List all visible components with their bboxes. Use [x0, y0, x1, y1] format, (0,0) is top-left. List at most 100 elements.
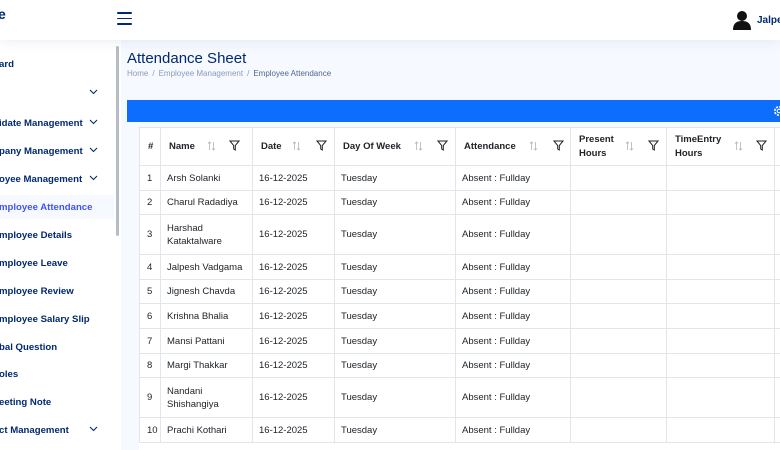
column-header-attendance[interactable]: Attendance: [455, 127, 571, 166]
sidebar-item-employee-management[interactable]: oyee Management: [0, 167, 114, 191]
cell-day: Tuesday: [334, 417, 456, 443]
cell-name: Margi Thakkar: [160, 353, 253, 378]
cell-timeentry-hours: [666, 417, 775, 443]
cell-attendance: Absent : Fullday: [455, 353, 571, 378]
sidebar-item-candidate-management[interactable]: idate Management: [0, 111, 114, 135]
breadcrumb-employee-management[interactable]: Employee Management: [159, 69, 244, 78]
cell-timeentry-hours: [666, 214, 775, 255]
sort-arrows-icon[interactable]: [207, 141, 216, 154]
app-logo-text[interactable]: e: [0, 6, 6, 22]
table-toolbar: [127, 100, 780, 122]
attendance-table-card: # Name Date Day Of Week Attendance Prese…: [139, 127, 780, 450]
cell-name: Nandani Shishangiya: [160, 377, 253, 418]
filter-funnel-icon[interactable]: [552, 140, 565, 154]
table-row[interactable]: 5 Jignesh Chavda 16-12-2025 Tuesday Abse…: [139, 279, 780, 304]
sidebar-item-meeting-note[interactable]: eeting Note: [0, 390, 114, 414]
sidebar-item-label: mployee Salary Slip: [0, 313, 90, 325]
table-row[interactable]: 9 Nandani Shishangiya 16-12-2025 Tuesday…: [139, 377, 780, 418]
sort-arrows-icon[interactable]: [414, 141, 423, 154]
cell-day: Tuesday: [334, 279, 456, 304]
user-name: Jalpes: [757, 14, 780, 26]
cell-attendance: Absent : Fullday: [455, 214, 571, 255]
top-header: e Jalpes: [0, 0, 780, 40]
sidebar-item-label: bal Question: [0, 341, 58, 353]
filter-funnel-icon[interactable]: [755, 140, 768, 154]
user-avatar-icon: [733, 11, 751, 30]
user-profile-menu[interactable]: Jalpes: [732, 9, 780, 31]
sidebar-item-dashboard[interactable]: ard: [0, 52, 114, 76]
column-header-day-of-week[interactable]: Day Of Week: [334, 127, 456, 166]
hamburger-icon[interactable]: [117, 12, 132, 25]
cell-day: Tuesday: [334, 214, 456, 255]
breadcrumb-current: Employee Attendance: [253, 69, 332, 78]
table-row[interactable]: 7 Mansi Pattani 16-12-2025 Tuesday Absen…: [139, 328, 780, 354]
gear-icon[interactable]: [772, 104, 780, 118]
sidebar-item-collapsed-group[interactable]: [0, 81, 114, 105]
cell-number: 10: [139, 417, 161, 443]
column-header-date[interactable]: Date: [252, 127, 335, 166]
table-row[interactable]: 6 Krishna Bhalia 16-12-2025 Tuesday Abse…: [139, 303, 780, 329]
cell-day: Tuesday: [334, 254, 456, 280]
sort-arrows-icon[interactable]: [625, 141, 634, 154]
cell-present-hours: [570, 377, 667, 418]
cell-attendance: Absent : Fullday: [455, 417, 571, 443]
cell-timeentry-hours: [666, 353, 775, 378]
filter-funnel-icon[interactable]: [647, 140, 660, 154]
breadcrumb-home[interactable]: Home: [127, 69, 148, 78]
breadcrumb-separator: /: [247, 69, 250, 78]
table-row[interactable]: 3 Harshad Kataktalware 16-12-2025 Tuesda…: [139, 214, 780, 255]
sort-arrows-icon[interactable]: [734, 141, 743, 154]
sidebar-scrollbar[interactable]: [116, 46, 119, 236]
table-row[interactable]: 8 Margi Thakkar 16-12-2025 Tuesday Absen…: [139, 353, 780, 378]
cell-day: Tuesday: [334, 353, 456, 378]
sidebar-item-roles[interactable]: oles: [0, 362, 114, 386]
column-header-present-hours[interactable]: Present Hours: [570, 127, 667, 166]
sidebar-item-label: mployee Review: [0, 285, 74, 297]
filter-funnel-icon[interactable]: [436, 140, 449, 154]
cell-number: 2: [139, 190, 161, 215]
sidebar-item-label: ard: [0, 58, 14, 70]
column-header-timeentry-hours[interactable]: TimeEntry Hours: [666, 127, 775, 166]
cell-name: Krishna Bhalia: [160, 303, 253, 329]
cell-date: 16-12-2025: [252, 165, 335, 191]
sidebar-item-label: eeting Note: [0, 396, 52, 408]
cell-overflow: [774, 190, 780, 215]
cell-date: 16-12-2025: [252, 254, 335, 280]
cell-day: Tuesday: [334, 303, 456, 329]
breadcrumb: Home / Employee Management / Employee Attend…: [127, 69, 331, 78]
sort-arrows-icon[interactable]: [292, 141, 301, 154]
page-title: Attendance Sheet: [127, 50, 247, 67]
sidebar-item-label: mployee Leave: [0, 257, 68, 269]
table-row[interactable]: 10 Prachi Kothari 16-12-2025 Tuesday Abs…: [139, 417, 780, 443]
sidebar: ard idate Management pany Management oye…: [0, 40, 121, 450]
column-header-name[interactable]: Name: [160, 127, 253, 166]
table-row[interactable]: 1 Arsh Solanki 16-12-2025 Tuesday Absent…: [139, 165, 780, 191]
sidebar-item-employee-salary-slip[interactable]: mployee Salary Slip: [0, 307, 114, 331]
sidebar-item-global-question[interactable]: bal Question: [0, 335, 114, 359]
cell-attendance: Absent : Fullday: [455, 165, 571, 191]
sidebar-item-project-management[interactable]: ct Management: [0, 418, 114, 442]
cell-attendance: Absent : Fullday: [455, 190, 571, 215]
cell-timeentry-hours: [666, 303, 775, 329]
cell-number: 7: [139, 328, 161, 354]
sidebar-item-employee-attendance[interactable]: mployee Attendance: [0, 195, 114, 219]
cell-timeentry-hours: [666, 165, 775, 191]
table-row[interactable]: 4 Jalpesh Vadgama 16-12-2025 Tuesday Abs…: [139, 254, 780, 280]
cell-date: 16-12-2025: [252, 190, 335, 215]
sidebar-item-employee-review[interactable]: mployee Review: [0, 279, 114, 303]
filter-funnel-icon[interactable]: [315, 140, 328, 154]
sidebar-item-label: oyee Management: [0, 173, 83, 185]
column-header-number: #: [139, 127, 161, 166]
sort-arrows-icon[interactable]: [529, 141, 538, 154]
sidebar-item-employee-leave[interactable]: mployee Leave: [0, 251, 114, 275]
cell-day: Tuesday: [334, 165, 456, 191]
cell-overflow: [774, 328, 780, 354]
sidebar-item-employee-details[interactable]: mployee Details: [0, 223, 114, 247]
cell-timeentry-hours: [666, 190, 775, 215]
sidebar-item-company-management[interactable]: pany Management: [0, 139, 114, 163]
filter-funnel-icon[interactable]: [228, 140, 241, 154]
cell-overflow: [774, 377, 780, 418]
cell-present-hours: [570, 190, 667, 215]
table-row[interactable]: 2 Charul Radadiya 16-12-2025 Tuesday Abs…: [139, 190, 780, 215]
cell-overflow: [774, 214, 780, 255]
